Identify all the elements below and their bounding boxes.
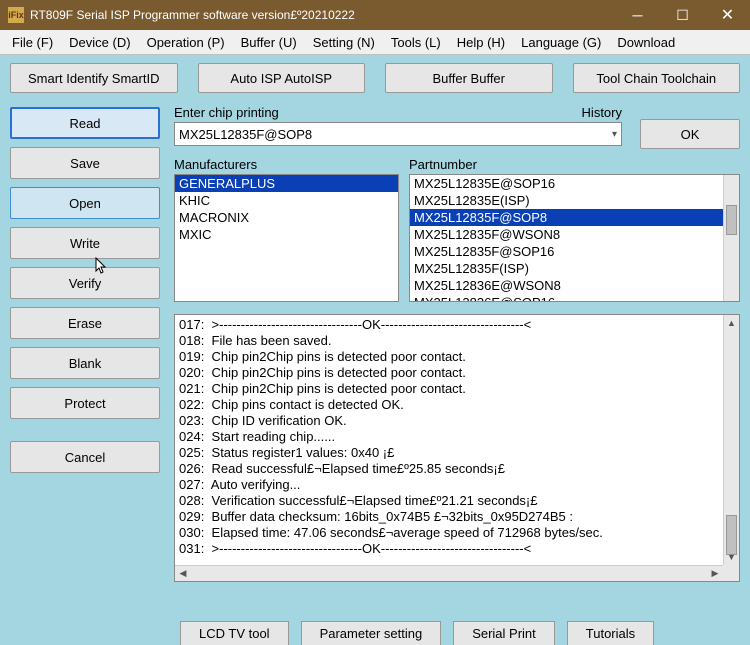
tab-param[interactable]: Parameter setting <box>301 621 442 645</box>
scroll-down-icon[interactable]: ▼ <box>724 549 739 565</box>
tab-tutorials[interactable]: Tutorials <box>567 621 654 645</box>
save-button[interactable]: Save <box>10 147 160 179</box>
manufacturers-list[interactable]: GENERALPLUS KHIC MACRONIX MXIC <box>174 174 399 302</box>
list-item[interactable]: GENERALPLUS <box>175 175 398 192</box>
scroll-corner <box>723 565 739 581</box>
smart-identify-button[interactable]: Smart Identify SmartID <box>10 63 178 93</box>
menu-help[interactable]: Help (H) <box>449 35 513 50</box>
ok-button[interactable]: OK <box>640 119 740 149</box>
list-item[interactable]: KHIC <box>175 192 398 209</box>
window-title: RT809F Serial ISP Programmer software ve… <box>30 8 615 22</box>
menu-operation[interactable]: Operation (P) <box>139 35 233 50</box>
list-item[interactable]: MX25L12835F@SOP8 <box>410 209 723 226</box>
close-button[interactable]: ✕ <box>705 0 750 30</box>
menu-buffer[interactable]: Buffer (U) <box>233 35 305 50</box>
list-item[interactable]: MX25L12836E@WSON8 <box>410 277 723 294</box>
list-item[interactable]: MX25L12836E@SOP16 <box>410 294 723 302</box>
log-box: 017: >---------------------------------O… <box>174 314 740 582</box>
menu-device[interactable]: Device (D) <box>61 35 138 50</box>
menu-language[interactable]: Language (G) <box>513 35 609 50</box>
chevron-down-icon: ▾ <box>612 129 617 140</box>
scrollbar-thumb[interactable] <box>726 205 737 235</box>
action-sidebar: Read Save Open Write Verify Erase Blank … <box>10 105 160 582</box>
app-icon: iFix <box>8 7 24 23</box>
menu-setting[interactable]: Setting (N) <box>305 35 383 50</box>
menu-file[interactable]: File (F) <box>4 35 61 50</box>
menu-tools[interactable]: Tools (L) <box>383 35 449 50</box>
workarea: Smart Identify SmartID Auto ISP AutoISP … <box>0 55 750 642</box>
maximize-button[interactable]: ☐ <box>660 0 705 30</box>
verify-button[interactable]: Verify <box>10 267 160 299</box>
toolchain-button[interactable]: Tool Chain Toolchain <box>573 63 741 93</box>
top-button-row: Smart Identify SmartID Auto ISP AutoISP … <box>10 63 740 93</box>
chip-value: MX25L12835F@SOP8 <box>179 127 312 142</box>
chip-combo[interactable]: MX25L12835F@SOP8 ▾ <box>174 122 622 146</box>
list-item[interactable]: MX25L12835E(ISP) <box>410 192 723 209</box>
list-item[interactable]: MX25L12835E@SOP16 <box>410 175 723 192</box>
menubar: File (F) Device (D) Operation (P) Buffer… <box>0 30 750 55</box>
buffer-button[interactable]: Buffer Buffer <box>385 63 553 93</box>
list-item[interactable]: MX25L12835F(ISP) <box>410 260 723 277</box>
chip-label-row: Enter chip printing History <box>174 105 622 120</box>
manufacturers-label: Manufacturers <box>174 157 399 172</box>
erase-button[interactable]: Erase <box>10 307 160 339</box>
list-item[interactable]: MX25L12835F@SOP16 <box>410 243 723 260</box>
list-item[interactable]: MACRONIX <box>175 209 398 226</box>
log-horizontal-scrollbar[interactable]: ◀ ▶ <box>175 565 723 581</box>
bottom-tabs: LCD TV tool Parameter setting Serial Pri… <box>180 621 654 645</box>
scroll-left-icon[interactable]: ◀ <box>175 566 191 581</box>
scroll-right-icon[interactable]: ▶ <box>707 566 723 581</box>
list-item[interactable]: MX25L12835F@WSON8 <box>410 226 723 243</box>
chip-label: Enter chip printing <box>174 105 279 120</box>
protect-button[interactable]: Protect <box>10 387 160 419</box>
cancel-button[interactable]: Cancel <box>10 441 160 473</box>
log-vertical-scrollbar[interactable]: ▲ ▼ <box>723 315 739 565</box>
list-item[interactable]: MXIC <box>175 226 398 243</box>
tab-serial[interactable]: Serial Print <box>453 621 555 645</box>
partnumber-list[interactable]: MX25L12835E@SOP16 MX25L12835E(ISP) MX25L… <box>409 174 740 302</box>
menu-download[interactable]: Download <box>609 35 683 50</box>
titlebar: iFix RT809F Serial ISP Programmer softwa… <box>0 0 750 30</box>
partnumber-label: Partnumber <box>409 157 740 172</box>
open-button[interactable]: Open <box>10 187 160 219</box>
read-button[interactable]: Read <box>10 107 160 139</box>
blank-button[interactable]: Blank <box>10 347 160 379</box>
write-button[interactable]: Write <box>10 227 160 259</box>
tab-lcd[interactable]: LCD TV tool <box>180 621 289 645</box>
scroll-up-icon[interactable]: ▲ <box>724 315 739 331</box>
auto-isp-button[interactable]: Auto ISP AutoISP <box>198 63 366 93</box>
minimize-button[interactable]: ─ <box>615 0 660 30</box>
part-scrollbar[interactable] <box>723 175 739 301</box>
history-link[interactable]: History <box>582 105 622 120</box>
log-content[interactable]: 017: >---------------------------------O… <box>179 317 719 561</box>
